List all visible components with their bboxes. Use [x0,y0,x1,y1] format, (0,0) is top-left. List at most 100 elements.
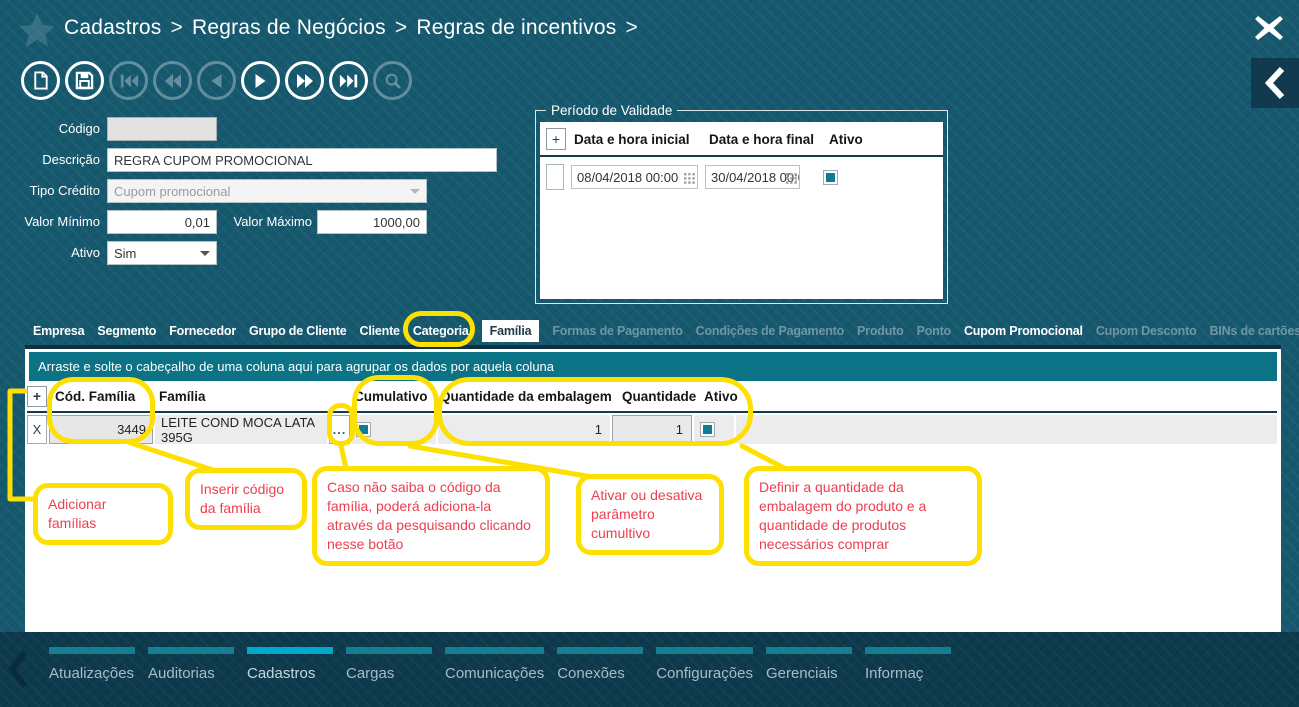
grid-header-row: + Cód. Família Família Cumulativo Quanti… [27,381,1277,413]
nav-item-gerenciais[interactable]: Gerenciais [766,647,852,702]
annotation-adicionar-familias: Adicionar famílias [33,483,173,545]
chevron-down-icon [410,189,420,194]
next-record-icon [254,73,267,89]
bottom-navigation-bar: Atualizações Auditorias Cadastros Cargas… [0,632,1299,707]
breadcrumb-separator: > [171,16,183,39]
date-picker-icon[interactable] [786,172,797,187]
nav-item-informacoes[interactable]: Informaç [865,647,951,702]
tab-grupo-de-cliente[interactable]: Grupo de Cliente [249,324,347,338]
collapse-panel-button[interactable] [1251,58,1299,108]
tab-fornecedor[interactable]: Fornecedor [169,324,236,338]
tab-ponto: Ponto [917,324,951,338]
record-toolbar [21,61,412,100]
row-ativo-checkbox[interactable] [700,422,715,437]
nav-item-conexoes[interactable]: Conexões [557,647,643,702]
col-cod-familia[interactable]: Cód. Família [49,389,153,404]
ativo-value: Sim [114,246,136,261]
breadcrumb-regras-negocios[interactable]: Regras de Negócios [192,16,386,39]
periodo-row-selector[interactable] [546,164,564,190]
col-data-final[interactable]: Data e hora final [709,132,821,147]
first-record-button [109,61,148,100]
previous-record-icon [210,73,223,89]
search-icon [384,72,402,90]
nav-item-comunicacoes[interactable]: Comunicações [445,647,544,702]
valor-maximo-field[interactable]: 1000,00 [317,210,427,234]
nav-module-list: Atualizações Auditorias Cadastros Cargas… [49,647,1135,702]
tab-bins-de-cartoes: BINs de cartões [1210,324,1299,338]
col-ativo[interactable]: Ativo [698,389,738,404]
codigo-field [107,117,217,141]
new-record-button[interactable] [21,61,60,100]
tab-segmento[interactable]: Segmento [97,324,156,338]
nav-item-cargas[interactable]: Cargas [346,647,432,702]
save-button[interactable] [65,61,104,100]
col-familia[interactable]: Família [155,389,352,404]
tab-condicoes-de-pagamento: Condições de Pagamento [696,324,844,338]
tab-categoria[interactable]: Categoria [413,324,469,338]
fast-previous-icon [164,73,182,89]
last-record-icon [339,73,359,89]
breadcrumb-cadastros[interactable]: Cadastros [64,16,162,39]
chevron-left-icon [1264,66,1286,100]
row-filler [736,415,1277,444]
annotation-definir-quantidades: Definir a quantidade da embalagem do pro… [744,466,982,566]
data-final-field[interactable]: 30/04/2018 00:00 [705,165,800,189]
col-cumulativo[interactable]: Cumulativo [354,389,438,404]
tipo-credito-value: Cupom promocional [114,184,230,199]
fast-next-icon [296,73,314,89]
periodo-ativo-checkbox[interactable] [823,170,838,185]
grid-row: X 3449 LEITE COND MOCA LATA 395G ... 1 1 [27,415,1277,444]
descricao-field[interactable]: REGRA CUPOM PROMOCIONAL [107,148,497,172]
tab-cupom-promocional[interactable]: Cupom Promocional [964,324,1083,338]
grid-add-row-button[interactable]: + [27,386,47,407]
tipo-credito-select: Cupom promocional [107,179,427,203]
valor-minimo-label: Valor Mínimo [0,210,100,234]
data-inicial-value: 08/04/2018 00:00 [577,170,678,185]
col-ativo[interactable]: Ativo [829,132,863,147]
next-record-button[interactable] [241,61,280,100]
tab-produto: Produto [857,324,904,338]
col-quantidade[interactable]: Quantidade [614,389,696,404]
cell-cod-familia[interactable]: 3449 [49,415,153,444]
last-record-button[interactable] [329,61,368,100]
chevron-left-icon [8,649,28,689]
periodo-row: 08/04/2018 00:00 30/04/2018 00:00 [540,157,943,197]
tab-empresa[interactable]: Empresa [33,324,84,338]
nav-item-atualizacoes[interactable]: Atualizações [49,647,135,702]
date-picker-icon[interactable] [684,172,695,187]
annotation-parametro-cumulativo: Ativar ou desativa parâmetro cumultivo [576,474,724,555]
breadcrumb-separator: > [625,16,637,39]
close-icon [1250,11,1288,45]
ativo-select[interactable]: Sim [107,241,217,265]
annotation-inserir-codigo: Inserir código da família [185,468,307,530]
cell-ativo [694,415,734,444]
descricao-label: Descrição [0,148,100,172]
nav-item-configuracoes[interactable]: Configurações [656,647,753,702]
close-button[interactable] [1250,11,1288,45]
nav-item-cadastros[interactable]: Cadastros [247,647,333,702]
cell-quantidade-embalagem[interactable]: 1 [438,415,610,444]
valor-minimo-field[interactable]: 0,01 [107,210,217,234]
fast-next-button[interactable] [285,61,324,100]
cell-quantidade[interactable]: 1 [612,415,692,444]
checkbox-checked-mark [359,425,368,434]
periodo-validade-title: Período de Validade [546,103,677,118]
codigo-label: Código [0,117,100,141]
tab-familia[interactable]: Família [482,320,540,342]
col-quantidade-embalagem[interactable]: Quantidade da embalagem [440,389,612,404]
ativo-label: Ativo [0,241,100,265]
annotation-pesquisar-botao: Caso não saiba o código da família, pode… [312,466,550,566]
col-data-inicial[interactable]: Data e hora inicial [574,132,701,147]
cumulativo-checkbox[interactable] [356,422,371,437]
nav-item-auditorias[interactable]: Auditorias [148,647,234,702]
grid-delete-row-button[interactable]: X [27,415,47,444]
valor-maximo-label: Valor Máximo [217,210,312,234]
tab-cliente[interactable]: Cliente [360,324,400,338]
periodo-add-row-button[interactable]: + [546,128,566,150]
cell-familia[interactable]: LEITE COND MOCA LATA 395G [155,415,327,444]
nav-scroll-left-button[interactable] [8,649,28,694]
familia-lookup-button[interactable]: ... [329,415,350,444]
breadcrumb-regras-incentivos[interactable]: Regras de incentivos [416,16,616,39]
favorite-star-icon[interactable] [16,10,58,57]
data-inicial-field[interactable]: 08/04/2018 00:00 [571,165,698,189]
